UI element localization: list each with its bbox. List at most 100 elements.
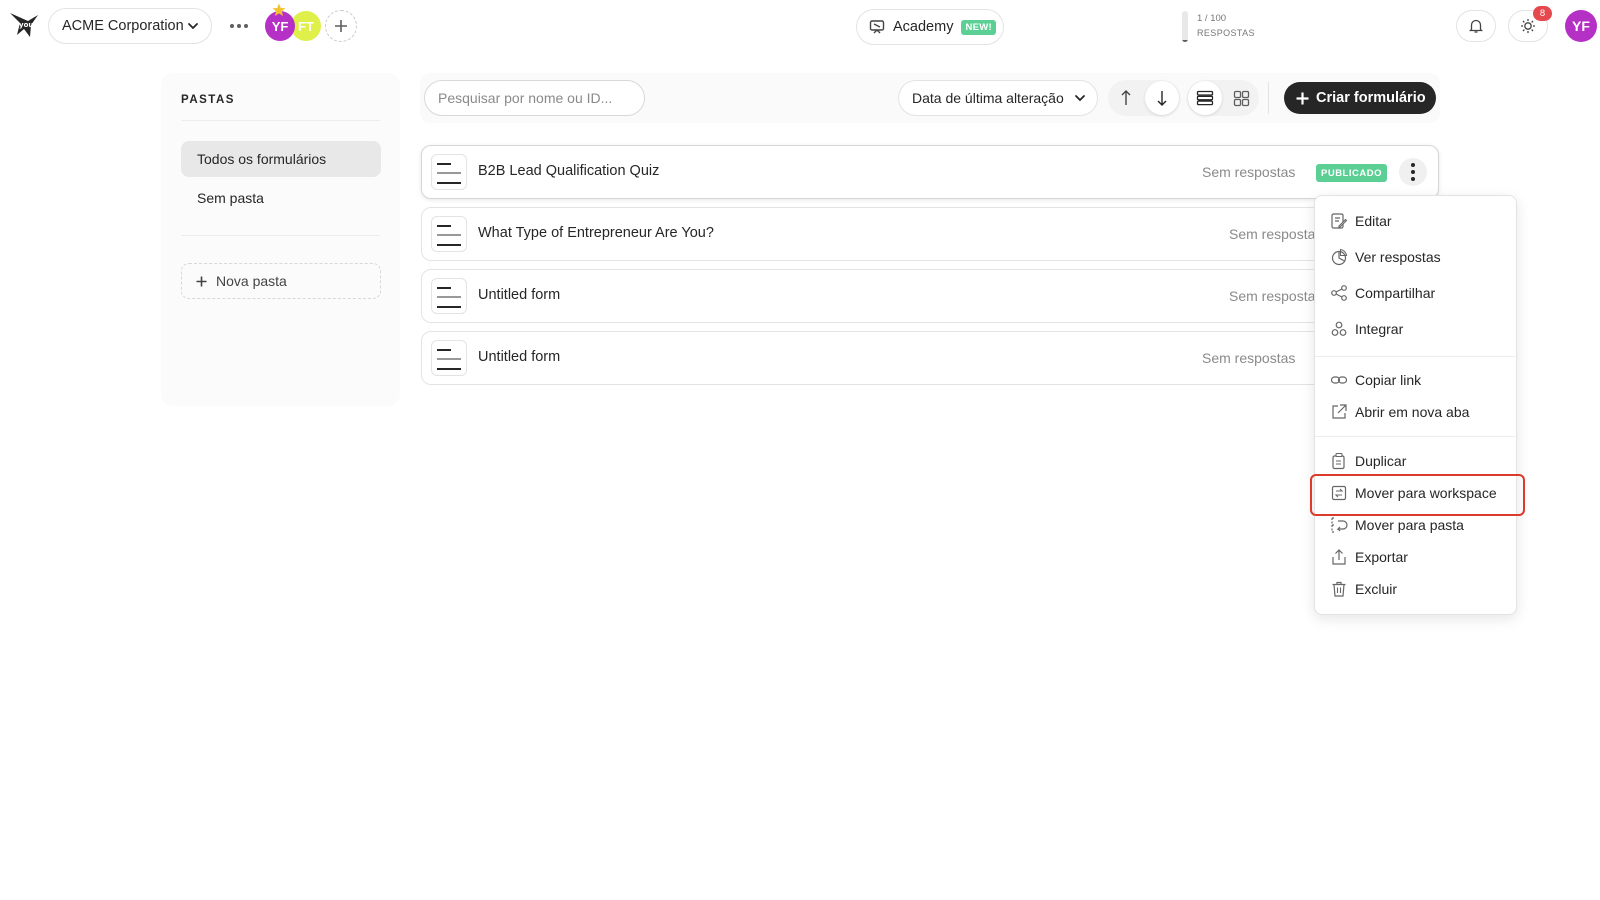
form-thumbnail-icon	[431, 154, 467, 190]
sort-direction-toggle	[1108, 80, 1180, 116]
form-name: Untitled form	[478, 349, 561, 365]
user-avatar[interactable]: YF	[1565, 10, 1597, 42]
more-options-icon[interactable]	[228, 16, 250, 36]
member-avatar-ft[interactable]: FT	[291, 11, 321, 41]
bell-icon	[1468, 19, 1484, 33]
new-folder-button[interactable]: Nova pasta	[181, 263, 381, 299]
menu-item-duplicate[interactable]: Duplicar	[1315, 447, 1518, 475]
sort-descending-button[interactable]	[1145, 81, 1179, 115]
link-icon	[1330, 376, 1348, 384]
form-row[interactable]: B2B Lead Qualification Quiz Sem resposta…	[421, 145, 1439, 199]
plus-icon	[196, 276, 207, 286]
menu-item-label: Editar	[1355, 213, 1392, 229]
menu-item-delete[interactable]: Excluir	[1315, 575, 1518, 603]
row-menu-button[interactable]	[1399, 158, 1427, 186]
divider	[1268, 82, 1269, 114]
form-thumbnail-icon	[431, 278, 467, 314]
menu-item-export[interactable]: Exportar	[1315, 543, 1518, 571]
sun-icon	[1521, 19, 1535, 33]
new-badge: NEW!	[961, 19, 996, 35]
logo-icon[interactable]: you	[8, 9, 40, 41]
new-folder-label: Nova pasta	[216, 273, 287, 289]
menu-item-integrate[interactable]: Integrar	[1315, 315, 1518, 343]
forms-toolbar: Data de última alteração Criar formulári…	[420, 73, 1440, 123]
chevron-down-icon	[1075, 95, 1085, 102]
sidebar-item-label: Todos os formulários	[197, 151, 327, 167]
form-responses: Sem respostas	[1202, 350, 1296, 366]
status-badge: PUBLICADO	[1316, 164, 1387, 182]
integrate-icon	[1331, 321, 1347, 336]
workspace-selector[interactable]: ACME Corporation	[48, 8, 212, 44]
form-responses: Sem respostas	[1229, 226, 1323, 242]
menu-item-label: Compartilhar	[1355, 285, 1436, 301]
sidebar-item-all-forms[interactable]: Todos os formulários	[181, 141, 381, 177]
menu-item-open-new-tab[interactable]: Abrir em nova aba	[1315, 398, 1518, 426]
form-context-menu: Editar Ver respostas Compartilhar Integr…	[1314, 195, 1518, 615]
create-form-button[interactable]: Criar formulário	[1284, 82, 1436, 114]
menu-item-label: Mover para pasta	[1355, 517, 1464, 533]
form-responses: Sem respostas	[1202, 164, 1296, 180]
usage-count: 1 / 100	[1197, 13, 1227, 24]
form-row[interactable]: Untitled form Sem respostas	[421, 331, 1439, 385]
notification-count-badge: 8	[1533, 6, 1552, 21]
sort-by-select[interactable]: Data de última alteração	[898, 80, 1098, 116]
academy-icon	[869, 20, 885, 34]
grid-view-button[interactable]	[1224, 81, 1258, 115]
form-thumbnail-icon	[431, 216, 467, 252]
form-row[interactable]: Untitled form Sem respostas	[421, 269, 1439, 323]
workspace-name: ACME Corporation	[62, 18, 184, 34]
trash-icon	[1332, 581, 1346, 597]
move-folder-icon	[1331, 517, 1348, 533]
academy-button[interactable]: Academy NEW!	[856, 9, 1004, 45]
menu-item-view-responses[interactable]: Ver respostas	[1315, 243, 1518, 271]
list-view-button[interactable]	[1188, 81, 1222, 115]
plus-icon	[335, 20, 347, 32]
sort-ascending-button[interactable]	[1109, 81, 1143, 115]
plus-icon	[1296, 92, 1309, 104]
form-row[interactable]: What Type of Entrepreneur Are You? Sem r…	[421, 207, 1439, 261]
grid-view-icon	[1233, 90, 1249, 106]
external-link-icon	[1332, 404, 1347, 419]
arrow-up-icon	[1121, 90, 1131, 105]
divider	[181, 120, 380, 121]
menu-item-label: Excluir	[1355, 581, 1398, 597]
pie-chart-icon	[1331, 248, 1348, 266]
form-name: Untitled form	[478, 287, 561, 303]
sidebar-item-no-folder[interactable]: Sem pasta	[181, 180, 381, 216]
form-responses: Sem respostas	[1229, 288, 1323, 304]
menu-item-copy-link[interactable]: Copiar link	[1315, 366, 1518, 394]
chevron-down-icon	[188, 23, 198, 30]
usage-bar	[1182, 11, 1188, 42]
svg-text:you: you	[19, 21, 33, 29]
usage-label: RESPOSTAS	[1197, 28, 1255, 38]
notifications-button[interactable]	[1456, 10, 1496, 42]
sort-by-label: Data de última alteração	[912, 90, 1064, 106]
menu-divider	[1315, 356, 1518, 357]
menu-divider	[1315, 436, 1518, 437]
sidebar-item-label: Sem pasta	[197, 190, 264, 206]
top-bar: you ACME Corporation YF FT Academy NEW! …	[0, 0, 1600, 52]
menu-item-share[interactable]: Compartilhar	[1315, 279, 1518, 307]
academy-label: Academy	[893, 19, 954, 35]
export-icon	[1332, 549, 1346, 565]
menu-item-label: Ver respostas	[1355, 249, 1441, 265]
search-input[interactable]	[424, 80, 645, 116]
add-member-button[interactable]	[325, 10, 357, 42]
sidebar-title: PASTAS	[181, 94, 235, 106]
arrow-down-icon	[1157, 91, 1167, 106]
star-icon	[272, 3, 286, 16]
form-name: What Type of Entrepreneur Are You?	[478, 225, 714, 241]
highlight-box	[1310, 474, 1525, 516]
form-thumbnail-icon	[431, 340, 467, 376]
menu-item-label: Exportar	[1355, 549, 1408, 565]
form-name: B2B Lead Qualification Quiz	[478, 163, 660, 179]
duplicate-icon	[1332, 452, 1345, 470]
menu-item-label: Integrar	[1355, 321, 1404, 337]
list-view-icon	[1196, 90, 1214, 106]
view-mode-toggle	[1187, 80, 1259, 116]
edit-icon	[1331, 213, 1348, 229]
menu-item-edit[interactable]: Editar	[1315, 207, 1518, 235]
menu-item-label: Duplicar	[1355, 453, 1407, 469]
divider	[181, 235, 380, 236]
menu-item-label: Abrir em nova aba	[1355, 404, 1470, 420]
